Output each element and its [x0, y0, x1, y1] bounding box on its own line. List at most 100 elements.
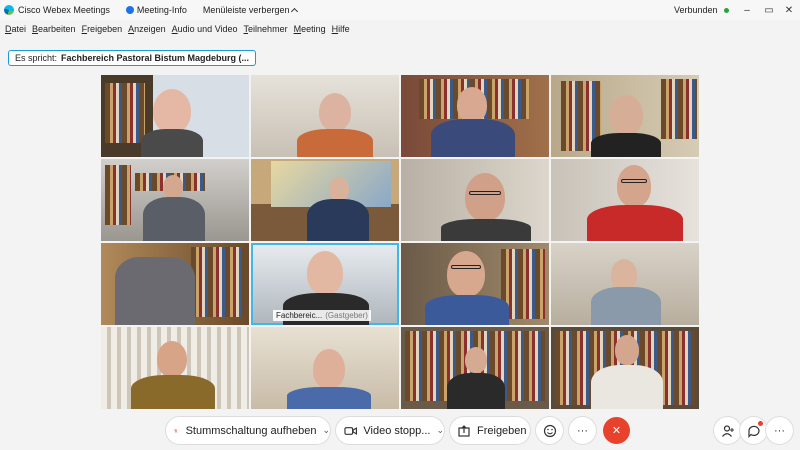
meeting-info-label: Meeting-Info: [136, 5, 187, 15]
video-tile[interactable]: [251, 159, 399, 241]
participant-head: [307, 251, 343, 295]
participant-body: [287, 387, 371, 409]
participant-body: [141, 129, 203, 157]
participant-body: [591, 287, 661, 325]
participant-body: [587, 205, 683, 241]
menu-teilnehmer[interactable]: Teilnehmer: [244, 24, 288, 34]
video-tile[interactable]: [401, 75, 549, 157]
host-role: (Gastgeber): [325, 311, 368, 320]
participant-body: [441, 219, 531, 241]
menu-anzeigen[interactable]: Anzeigen: [128, 24, 166, 34]
glasses: [621, 179, 647, 183]
webex-logo-icon: [4, 5, 14, 15]
participant-body: [307, 199, 369, 241]
participant-body: [447, 373, 505, 409]
video-tile[interactable]: [551, 159, 699, 241]
participant-head: [157, 341, 187, 377]
video-tile[interactable]: [251, 327, 399, 409]
glasses: [469, 191, 501, 195]
reactions-button[interactable]: [536, 417, 563, 444]
participant-head: [163, 175, 183, 199]
video-tile[interactable]: [551, 327, 699, 409]
bookshelf: [105, 83, 145, 143]
participants-button[interactable]: [714, 417, 741, 444]
participant-head: [313, 349, 345, 389]
hide-menu-button[interactable]: Menüleiste verbergen: [202, 5, 299, 15]
menu-bar: Datei Bearbeiten Freigeben Anzeigen Audi…: [0, 20, 800, 38]
participant-body: [591, 365, 663, 409]
share-label: Freigeben: [477, 424, 527, 437]
participant-body: [143, 197, 205, 241]
participant-body: [297, 129, 373, 157]
info-icon: [125, 6, 134, 14]
participant-body: [131, 375, 215, 409]
active-speaker-prefix: Es spricht:: [15, 53, 58, 63]
host-name-tag: Fachbereic... (Gastgeber): [273, 310, 371, 321]
close-window-button[interactable]: ✕: [778, 0, 800, 20]
participant-body: [431, 119, 515, 157]
participant-body: [591, 133, 661, 157]
meeting-info-button[interactable]: Meeting-Info: [125, 5, 187, 15]
menu-meeting[interactable]: Meeting: [294, 24, 326, 34]
participant-head: [319, 93, 351, 131]
video-tile[interactable]: [401, 243, 549, 325]
connection-status-label: Verbunden: [674, 5, 718, 15]
video-tile[interactable]: [551, 243, 699, 325]
bookshelf: [661, 79, 697, 139]
chevron-down-icon[interactable]: ⌄: [322, 425, 330, 436]
participant-body: [425, 295, 509, 325]
end-meeting-button[interactable]: ✕: [603, 417, 630, 444]
bookshelf: [191, 247, 245, 317]
notification-dot-icon: [758, 421, 763, 426]
menu-bearbeiten[interactable]: Bearbeiten: [32, 24, 76, 34]
more-options-button[interactable]: ···: [569, 417, 596, 444]
menu-datei[interactable]: Datei: [5, 24, 26, 34]
participants-icon: [721, 424, 734, 437]
connection-status: Verbunden: [674, 0, 729, 20]
unmute-button[interactable]: Stummschaltung aufheben ⌄: [166, 417, 330, 444]
app-title: Cisco Webex Meetings: [18, 5, 110, 15]
participant-head: [457, 87, 487, 123]
participant-body: [115, 257, 195, 325]
active-speaker-indicator: Es spricht: Fachbereich Pastoral Bistum …: [8, 50, 257, 66]
menu-freigeben[interactable]: Freigeben: [82, 24, 123, 34]
participant-head: [615, 335, 639, 365]
video-grid: Fachbereic... (Gastgeber): [101, 75, 699, 411]
bookshelf: [105, 165, 131, 225]
minimize-button[interactable]: –: [736, 0, 758, 20]
stop-video-label: Video stopp...: [363, 424, 431, 437]
video-tile[interactable]: [101, 243, 249, 325]
video-tile-host[interactable]: Fachbereic... (Gastgeber): [251, 243, 399, 325]
video-tile[interactable]: [101, 75, 249, 157]
participant-head: [329, 177, 349, 201]
participant-head: [617, 165, 651, 207]
video-tile[interactable]: [251, 75, 399, 157]
share-button[interactable]: Freigeben: [450, 417, 530, 444]
chat-button[interactable]: [740, 417, 767, 444]
video-tile[interactable]: [401, 327, 549, 409]
glasses: [451, 265, 481, 269]
connected-dot-icon: [723, 7, 729, 13]
restore-button[interactable]: ▭: [758, 0, 780, 20]
video-tile[interactable]: [401, 159, 549, 241]
chevron-down-icon[interactable]: ⌄: [436, 425, 444, 436]
video-tile[interactable]: [551, 75, 699, 157]
stop-video-button[interactable]: Video stopp... ⌄: [336, 417, 444, 444]
menu-hilfe[interactable]: Hilfe: [332, 24, 350, 34]
participant-head: [153, 89, 191, 133]
muted-microphone-icon: [174, 428, 178, 433]
smiley-icon: [543, 424, 556, 437]
unmute-label: Stummschaltung aufheben: [185, 424, 317, 437]
active-speaker-name: Fachbereich Pastoral Bistum Magdeburg (.…: [61, 53, 250, 63]
participant-head: [609, 95, 643, 135]
hide-menu-label: Menüleiste verbergen: [202, 5, 290, 15]
participant-head: [465, 347, 487, 373]
video-tile[interactable]: [101, 159, 249, 241]
participant-head: [465, 173, 505, 221]
share-icon: [458, 424, 470, 437]
host-name: Fachbereic...: [276, 311, 323, 320]
overflow-menu-button[interactable]: ···: [766, 417, 793, 444]
chevron-up-icon: [291, 7, 299, 15]
menu-audio-video[interactable]: Audio und Video: [172, 24, 238, 34]
video-tile[interactable]: [101, 327, 249, 409]
